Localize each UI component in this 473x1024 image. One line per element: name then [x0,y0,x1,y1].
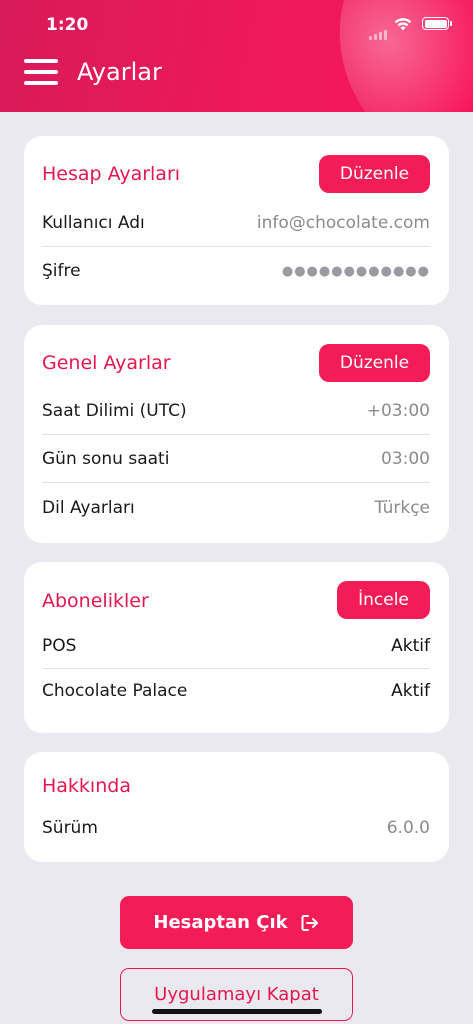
status-bar: 1:20 [0,0,473,48]
about-title: Hakkında [42,775,131,797]
username-label: Kullanıcı Adı [42,212,145,233]
app-header: 1:20 Ayarlar [0,0,473,112]
language-value: Türkçe [374,498,430,518]
timezone-label: Saat Dilimi (UTC) [42,400,187,421]
logout-icon [301,914,318,931]
subscriptions-review-button[interactable]: İncele [337,581,430,619]
account-settings-card: Hesap Ayarları Düzenle Kullanıcı Adı inf… [24,136,449,305]
general-settings-title: Genel Ayarlar [42,352,171,374]
timezone-value: +03:00 [366,400,430,421]
password-row: Şifre ●●●●●●●●●●●● [42,247,430,295]
logout-button-label: Hesaptan Çık [153,912,288,933]
subscription-row: POS Aktif [42,623,430,669]
password-value: ●●●●●●●●●●●● [281,263,430,279]
subscription-status: Aktif [391,635,430,656]
logout-button[interactable]: Hesaptan Çık [120,896,353,949]
page-title: Ayarlar [77,58,162,86]
hamburger-menu-icon[interactable] [24,58,58,86]
subscriptions-card: Abonelikler İncele POS Aktif Chocolate P… [24,562,449,733]
end-of-day-row: Gün sonu saati 03:00 [42,435,430,483]
battery-icon [422,17,452,30]
version-label: Sürüm [42,818,98,838]
version-row: Sürüm 6.0.0 [42,804,430,852]
language-label: Dil Ayarları [42,498,135,518]
subscription-name: POS [42,635,77,656]
subscription-status: Aktif [391,681,430,701]
version-value: 6.0.0 [386,818,430,838]
timezone-row: Saat Dilimi (UTC) +03:00 [42,387,430,435]
cellular-signal-icon [369,21,389,40]
subscription-row: Chocolate Palace Aktif [42,668,430,714]
home-indicator [152,1009,322,1014]
language-row: Dil Ayarları Türkçe [42,484,430,532]
general-edit-button[interactable]: Düzenle [319,344,430,382]
account-settings-title: Hesap Ayarları [42,163,181,185]
subscription-name: Chocolate Palace [42,681,188,701]
password-label: Şifre [42,261,81,281]
about-card: Hakkında Sürüm 6.0.0 [24,752,449,862]
subscriptions-title: Abonelikler [42,590,149,612]
status-time: 1:20 [46,15,89,35]
general-settings-card: Genel Ayarlar Düzenle Saat Dilimi (UTC) … [24,325,449,543]
username-row: Kullanıcı Adı info@chocolate.com [42,199,430,247]
end-of-day-value: 03:00 [381,448,430,469]
wifi-icon [394,18,412,31]
account-edit-button[interactable]: Düzenle [319,155,430,193]
end-of-day-label: Gün sonu saati [42,448,170,469]
username-value: info@chocolate.com [256,212,430,233]
